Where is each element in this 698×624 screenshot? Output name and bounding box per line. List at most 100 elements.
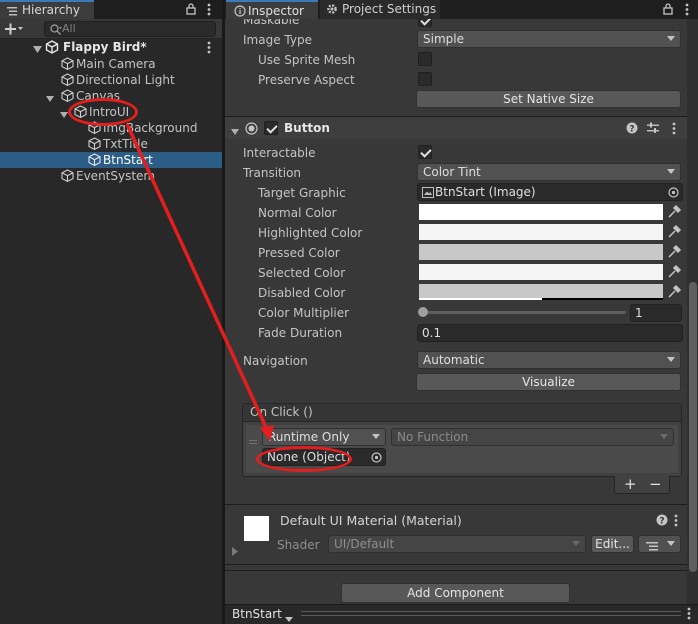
field-value: BtnStart (Image) [435,185,536,199]
scene-menu-icon[interactable] [207,41,211,54]
hierarchy-search-input[interactable]: All [44,21,216,37]
use-sprite-mesh-checkbox[interactable] [418,52,432,66]
alpha-bar [419,298,542,300]
dropdown-value: No Function [397,430,469,444]
expand-arrow-icon[interactable] [33,43,42,53]
navigation-dropdown[interactable]: Automatic [417,351,681,369]
object-picker-icon[interactable] [371,452,382,463]
add-event-button[interactable]: + [624,476,637,492]
chevron-down-icon[interactable] [285,611,293,622]
eyedropper-icon[interactable] [664,264,682,280]
create-plus-icon[interactable] [4,22,24,36]
lock-icon[interactable] [663,3,673,15]
fade-duration-input[interactable]: 0.1 [417,324,683,342]
set-native-size-button[interactable]: Set Native Size [416,90,681,108]
foldout-arrow-icon[interactable] [231,545,238,556]
chevron-down-icon [572,541,580,546]
normal-color-label: Normal Color [258,206,337,220]
footer-object-name[interactable]: BtnStart [232,606,282,622]
preview-resize-handle[interactable] [301,611,681,616]
tree-item-eventsystem[interactable]: EventSystem [0,168,222,184]
gameobject-cube-icon [88,137,101,151]
gameobject-cube-icon [61,89,74,103]
scene-name[interactable]: Flappy Bird* [63,39,147,55]
tree-item-btnstart[interactable]: BtnStart [0,152,222,168]
tab-inspector[interactable]: Inspector [226,0,318,19]
onclick-title: On Click () [250,405,313,419]
shader-options-dropdown[interactable] [638,535,681,553]
more-menu-icon[interactable] [687,607,691,620]
more-menu-icon[interactable] [685,3,689,16]
runtime-only-dropdown[interactable]: Runtime Only [262,428,386,446]
dropdown-value: Runtime Only [268,430,350,444]
maskable-checkbox[interactable] [418,19,432,27]
annotation-circle-introui [68,98,138,126]
dropdown-value: UI/Default [334,537,395,551]
component-menu-icon[interactable] [672,122,676,135]
eyedropper-icon[interactable] [664,244,682,260]
dropdown-value: Automatic [423,353,485,367]
transition-dropdown[interactable]: Color Tint [417,163,681,181]
eyedropper-icon[interactable] [664,224,682,240]
tree-item-directional-light[interactable]: Directional Light [0,72,222,88]
lock-icon[interactable] [186,3,196,15]
search-icon [49,23,63,37]
selected-color-swatch[interactable] [419,264,663,280]
fade-duration-label: Fade Duration [258,326,343,340]
button-enabled-checkbox[interactable] [264,121,278,135]
component-menu-icon[interactable] [674,514,678,527]
button-component-header[interactable]: Button ? [225,117,687,139]
tab-label: Project Settings [342,2,437,16]
help-icon[interactable]: ? [656,514,668,526]
preset-sliders-icon[interactable] [647,122,659,134]
color-multiplier-slider-track[interactable] [420,311,626,314]
inspector-scrollbar-thumb[interactable] [689,282,697,572]
color-multiplier-input[interactable]: 1 [630,304,682,322]
tree-item-label: BtnStart [103,153,153,167]
expand-arrow-icon[interactable] [60,108,68,118]
tree-item-label: TxtTitle [103,137,148,151]
maskable-row: Maskable [225,19,687,28]
material-preview [244,516,269,541]
eyedropper-icon[interactable] [664,284,682,300]
tree-item-main-camera[interactable]: Main Camera [0,56,222,72]
tab-hierarchy[interactable]: Hierarchy [0,0,94,19]
more-menu-icon[interactable] [207,3,211,16]
disabled-color-swatch[interactable] [419,284,663,300]
navigation-label: Navigation [243,354,308,368]
normal-color-swatch[interactable] [419,204,663,220]
help-icon[interactable]: ? [626,122,638,134]
foldout-arrow-icon[interactable] [231,125,239,135]
add-component-button[interactable]: Add Component [341,583,570,603]
chevron-down-icon [372,434,380,439]
visualize-button[interactable]: Visualize [416,373,681,391]
dropdown-value: Simple [423,32,464,46]
function-dropdown[interactable]: No Function [391,428,674,446]
image-type-dropdown[interactable]: Simple [417,30,681,48]
eyedropper-icon[interactable] [664,204,682,220]
material-name: Default UI Material (Material) [280,513,462,528]
tree-item-txttitle[interactable]: TxtTitle [0,136,222,152]
maskable-label: Maskable [243,19,300,27]
interactable-checkbox[interactable] [418,145,432,159]
object-picker-icon[interactable] [668,187,679,198]
preserve-aspect-checkbox[interactable] [418,72,432,86]
expand-arrow-icon[interactable] [46,92,54,102]
onclick-header: On Click () [243,404,681,422]
pressed-color-swatch[interactable] [419,244,663,260]
drag-handle-icon[interactable] [249,433,257,444]
highlighted-color-label: Highlighted Color [258,226,363,240]
highlighted-color-swatch[interactable] [419,224,663,240]
gameobject-cube-icon [61,57,74,71]
svg-text:?: ? [629,124,634,134]
unity-scene-icon [45,40,59,54]
remove-event-button[interactable]: − [649,476,662,492]
shader-dropdown[interactable]: UI/Default [328,535,586,553]
image-type-label: Image Type [243,33,312,47]
edit-shader-button[interactable]: Edit... [591,535,634,553]
target-graphic-field[interactable]: BtnStart (Image) [417,183,683,201]
tab-project-settings[interactable]: Project Settings [320,0,440,19]
color-multiplier-slider-handle[interactable] [418,307,428,317]
gameobject-cube-icon [61,169,74,183]
selected-color-label: Selected Color [258,266,346,280]
